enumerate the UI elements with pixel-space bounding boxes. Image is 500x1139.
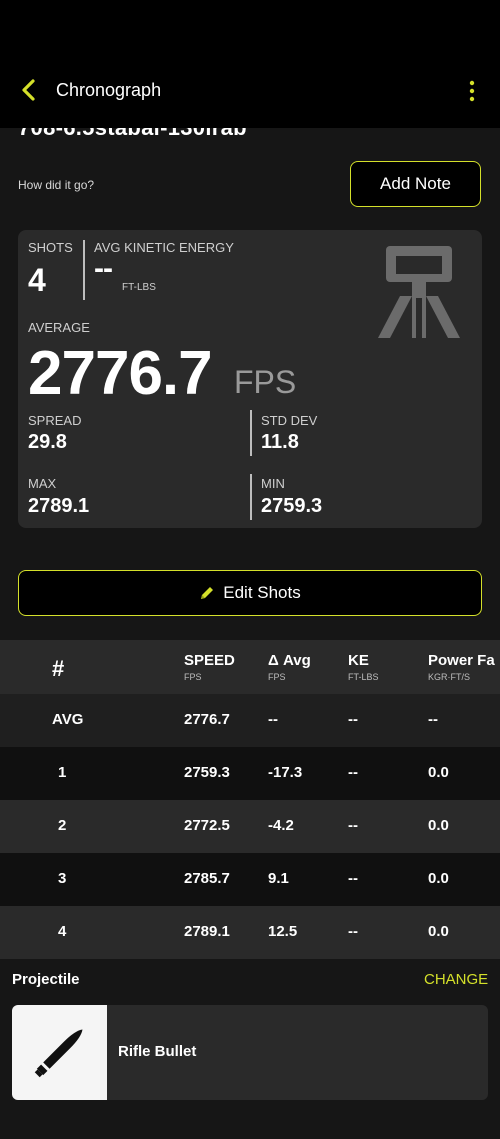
cell-power-factor: 0.0	[428, 870, 449, 887]
table-row[interactable]: 2 2772.5 -4.2 -- 0.0	[0, 800, 500, 853]
edit-shots-button[interactable]: Edit Shots	[18, 570, 482, 616]
shots-label: SHOTS	[28, 240, 73, 255]
average-value: 2776.7	[28, 339, 213, 408]
page-title: Chronograph	[56, 80, 162, 100]
divider	[83, 240, 85, 300]
projectile-thumbnail	[12, 1005, 107, 1100]
col-header-delta: Δ Avg	[268, 652, 311, 669]
min-value: 2759.3	[261, 495, 323, 517]
pencil-icon	[201, 587, 214, 599]
table-row[interactable]: 1 2759.3 -17.3 -- 0.0	[0, 747, 500, 800]
ke-label: AVG KINETIC ENERGY	[94, 240, 234, 255]
change-projectile-button[interactable]: CHANGE	[424, 971, 488, 988]
scroll-content[interactable]: 708-6.5stabal-130lrab How did it go? Add…	[0, 128, 500, 1139]
chevron-left-icon	[22, 79, 35, 101]
min-label: MIN	[261, 476, 285, 491]
divider	[250, 410, 252, 456]
cell-speed: 2772.5	[184, 817, 230, 834]
cell-speed: 2776.7	[184, 711, 230, 728]
table-row-avg: AVG 2776.7 -- -- --	[0, 694, 500, 747]
cell-speed: 2759.3	[184, 764, 230, 781]
average-label: AVERAGE	[28, 320, 90, 335]
spread-label: SPREAD	[28, 413, 82, 428]
cell-speed: 2789.1	[184, 923, 230, 940]
cell-index: 3	[58, 870, 67, 887]
table-row[interactable]: 3 2785.7 9.1 -- 0.0	[0, 853, 500, 906]
cell-delta: -17.3	[268, 764, 303, 781]
shots-table: # SPEED FPS Δ Avg FPS KE FT-LBS Power Fa…	[0, 640, 500, 959]
cell-delta: -4.2	[268, 817, 294, 834]
table-row[interactable]: 4 2789.1 12.5 -- 0.0	[0, 906, 500, 959]
col-sub-ke: FT-LBS	[348, 672, 379, 682]
col-header-ke: KE	[348, 652, 369, 669]
std-dev-value: 11.8	[261, 431, 299, 453]
average-unit: FPS	[234, 364, 297, 400]
shots-value: 4	[28, 262, 46, 298]
spread-value: 29.8	[28, 431, 67, 453]
cell-power-factor: --	[428, 711, 438, 728]
ke-value: --	[94, 252, 113, 285]
cell-ke: --	[348, 870, 358, 887]
note-prompt: How did it go?	[18, 178, 95, 192]
cell-delta: --	[268, 711, 278, 728]
cell-ke: --	[348, 923, 358, 940]
session-name: 708-6.5stabal-130lrab	[18, 128, 247, 141]
cell-power-factor: 0.0	[428, 817, 449, 834]
table-header: # SPEED FPS Δ Avg FPS KE FT-LBS Power Fa…	[0, 640, 500, 694]
cell-delta: 12.5	[268, 923, 298, 940]
max-value: 2789.1	[28, 495, 90, 517]
divider	[250, 474, 252, 520]
col-sub-speed: FPS	[184, 672, 202, 682]
more-vertical-icon	[469, 80, 475, 102]
col-header-speed: SPEED	[184, 652, 235, 669]
add-note-button[interactable]: Add Note	[350, 161, 481, 207]
cell-index: 4	[58, 923, 67, 940]
std-dev-label: STD DEV	[261, 413, 318, 428]
col-sub-delta: FPS	[268, 672, 286, 682]
cell-ke: --	[348, 711, 358, 728]
edit-shots-label: Edit Shots	[223, 583, 301, 602]
cell-power-factor: 0.0	[428, 923, 449, 940]
projectile-name: Rifle Bullet	[118, 1043, 197, 1060]
cell-delta: 9.1	[268, 870, 289, 887]
more-menu-button[interactable]	[462, 78, 482, 104]
cell-ke: --	[348, 764, 358, 781]
stats-card: SHOTS 4 AVG KINETIC ENERGY -- FT-LBS AVE…	[18, 230, 482, 528]
max-label: MAX	[28, 476, 57, 491]
app-bar: Chronograph	[0, 0, 500, 128]
cell-power-factor: 0.0	[428, 764, 449, 781]
cell-index: AVG	[52, 711, 84, 728]
cell-index: 1	[58, 764, 67, 781]
ke-unit: FT-LBS	[122, 282, 156, 293]
col-sub-power-factor: KGR·FT/S	[428, 672, 470, 682]
projectile-section-title: Projectile	[12, 971, 80, 988]
chronograph-tripod-icon	[378, 246, 460, 338]
bullet-icon	[34, 1029, 83, 1078]
projectile-card[interactable]: Rifle Bullet	[12, 1005, 488, 1100]
cell-speed: 2785.7	[184, 870, 230, 887]
col-header-power-factor: Power Fa	[428, 652, 495, 669]
back-button[interactable]	[16, 76, 44, 104]
cell-index: 2	[58, 817, 67, 834]
col-header-index: #	[52, 656, 65, 681]
cell-ke: --	[348, 817, 358, 834]
